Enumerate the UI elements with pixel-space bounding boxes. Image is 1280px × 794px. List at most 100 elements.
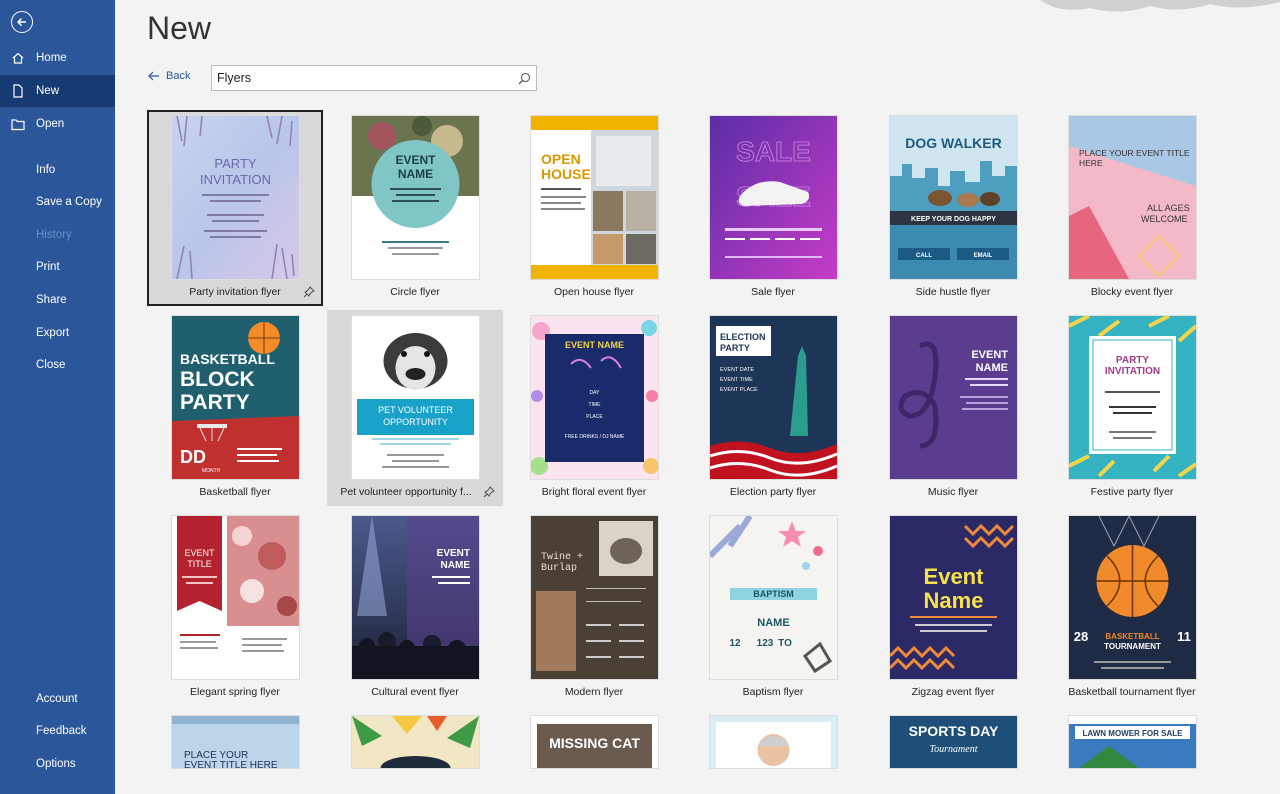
- pin-icon[interactable]: [303, 286, 315, 298]
- template-thumbnail: Twine + Burlap: [531, 516, 658, 679]
- sidebar-item-open[interactable]: Open: [0, 108, 115, 140]
- thumb-text: INVITATION: [1105, 366, 1160, 377]
- thumb-text: OPEN: [541, 151, 581, 167]
- template-name: Festive party flyer: [1090, 486, 1174, 498]
- template-tile[interactable]: OPEN HOUSE Open house flyer: [506, 110, 682, 306]
- template-tile[interactable]: ELECTION PARTY EVENT DATE EVENT TIME EVE…: [685, 310, 861, 506]
- sidebar-item-home[interactable]: Home: [0, 42, 115, 74]
- sidebar-item-close[interactable]: Close: [0, 349, 115, 381]
- thumb-text: EVENT: [437, 548, 470, 559]
- template-tile[interactable]: PARTY INVITATION Party invitation flyer: [147, 110, 323, 306]
- template-name: Zigzag event flyer: [911, 686, 995, 698]
- thumb-text: EVENT NAME: [565, 340, 624, 350]
- sidebar-item-label: New: [36, 85, 60, 97]
- back-arrow-icon[interactable]: [11, 11, 33, 33]
- template-thumbnail: EVENT NAME DAY TIME PLACE FREE DRINKS / …: [531, 316, 658, 479]
- thumb-text: INVITATION: [200, 172, 271, 187]
- thumb-text: LAWN MOWER FOR SALE: [1083, 729, 1184, 738]
- template-tile[interactable]: MISSING CAT: [506, 710, 682, 794]
- thumb-text: TOURNAMENT: [1104, 642, 1161, 651]
- template-tile[interactable]: PARTY INVITATION Festive party flyer: [1044, 310, 1220, 506]
- template-name: Bright floral event flyer: [541, 486, 647, 498]
- thumb-text: BLOCK: [180, 368, 255, 391]
- sidebar-item-export[interactable]: Export: [0, 317, 115, 349]
- template-tile[interactable]: [685, 710, 861, 794]
- template-thumbnail: LAWN MOWER FOR SALE: [1069, 716, 1196, 768]
- sidebar-item-save-a-copy[interactable]: Save a Copy: [0, 186, 115, 218]
- template-thumbnail: Event Name: [890, 516, 1017, 679]
- template-tile[interactable]: Twine + Burlap Modern flyer: [506, 510, 682, 706]
- sidebar-item-print[interactable]: Print: [0, 251, 115, 283]
- thumb-text: HOUSE: [541, 166, 591, 182]
- sidebar-item-info[interactable]: Info: [0, 154, 115, 186]
- template-name: Side hustle flyer: [915, 286, 991, 298]
- thumb-text: Twine +: [541, 551, 583, 563]
- thumb-text: EVENT: [971, 349, 1008, 361]
- sidebar-item-options[interactable]: Options: [0, 748, 115, 780]
- search-input[interactable]: [217, 71, 512, 85]
- new-document-icon: [0, 84, 36, 98]
- thumb-text: EVENT: [395, 153, 436, 167]
- template-tile[interactable]: SPORTS DAY Tournament: [865, 710, 1041, 794]
- template-tile[interactable]: PLACE YOUR EVENT TITLE HERE ALL AGES WEL…: [1044, 110, 1220, 306]
- template-tile[interactable]: 28 BASKETBALL TOURNAMENT 11 Basketball t…: [1044, 510, 1220, 706]
- template-name: Cultural event flyer: [371, 686, 459, 698]
- template-thumbnail: PET VOLUNTEER OPPORTUNITY: [352, 316, 479, 479]
- sidebar-item-label: Print: [36, 261, 60, 273]
- thumb-text: NAME: [398, 167, 433, 181]
- template-thumbnail: BASKETBALL BLOCK PARTY DD MONTH: [172, 316, 299, 479]
- thumb-text: DAY: [590, 390, 601, 396]
- template-tile[interactable]: Event Name Zigzag event flyer: [865, 510, 1041, 706]
- thumb-text: ALL AGES: [1147, 203, 1190, 213]
- template-tile[interactable]: PET VOLUNTEER OPPORTUNITY Pet volunteer …: [327, 310, 503, 506]
- back-label: Back: [166, 70, 191, 82]
- search-box: [211, 65, 537, 91]
- template-thumbnail: OPEN HOUSE: [531, 116, 658, 279]
- sidebar-item-account[interactable]: Account: [0, 683, 115, 715]
- template-name: Elegant spring flyer: [190, 686, 280, 698]
- folder-icon: [0, 118, 36, 131]
- back-link[interactable]: Back: [148, 70, 190, 82]
- template-thumbnail: EVENT NAME: [890, 316, 1017, 479]
- thumb-text: EVENT PLACE: [720, 387, 758, 393]
- thumb-text: 28: [1074, 629, 1088, 644]
- template-tile[interactable]: EVENT NAME Circle flyer: [327, 110, 503, 306]
- template-tile[interactable]: EVENT NAME DAY TIME PLACE FREE DRINKS / …: [506, 310, 682, 506]
- template-tile[interactable]: DOG WALKER KEEP YOUR DOG HAPPY CALL EMAI…: [865, 110, 1041, 306]
- thumb-text: EVENT TIME: [720, 377, 753, 383]
- template-tile[interactable]: PLACE YOUR EVENT TITLE HERE: [147, 710, 323, 794]
- template-tile[interactable]: BAPTISM NAME 12 123 TO Baptism flyer: [685, 510, 861, 706]
- template-tile[interactable]: BASKETBALL BLOCK PARTY DD MONTH Basketba…: [147, 310, 323, 506]
- template-tile[interactable]: LAWN MOWER FOR SALE: [1044, 710, 1220, 794]
- thumb-text: PARTY: [180, 391, 250, 414]
- template-name: Circle flyer: [390, 286, 440, 298]
- sidebar-item-share[interactable]: Share: [0, 284, 115, 316]
- thumb-text: 11: [1177, 629, 1191, 644]
- template-tile[interactable]: EVENT TITLE Elegant spring flyer: [147, 510, 323, 706]
- thumb-text: PARTY: [1116, 355, 1149, 366]
- search-icon[interactable]: [512, 66, 536, 90]
- template-tile[interactable]: EVENT NAME Music flyer: [865, 310, 1041, 506]
- sidebar-item-label: Account: [36, 693, 78, 705]
- svg-text:HERE: HERE: [1079, 158, 1103, 168]
- template-tile[interactable]: [327, 710, 503, 794]
- sidebar-item-label: Open: [36, 118, 65, 130]
- template-thumbnail: PARTY INVITATION: [172, 116, 299, 279]
- template-tile[interactable]: EVENT NAME Cultural event flyer: [327, 510, 503, 706]
- template-name: Election party flyer: [729, 486, 817, 498]
- sidebar-item-new[interactable]: New: [0, 75, 115, 107]
- sidebar-item-feedback[interactable]: Feedback: [0, 715, 115, 747]
- template-name: Baptism flyer: [742, 686, 804, 698]
- template-thumbnail: EVENT TITLE: [172, 516, 299, 679]
- thumb-text: OPPORTUNITY: [383, 417, 448, 427]
- template-thumbnail: MISSING CAT: [531, 716, 658, 768]
- sidebar-item-label: Save a Copy: [36, 196, 102, 208]
- template-name: Music flyer: [927, 486, 979, 498]
- pin-icon[interactable]: [483, 486, 495, 498]
- thumb-text: PET VOLUNTEER: [378, 405, 453, 415]
- template-tile[interactable]: SALE SALE Sale flyer: [685, 110, 861, 306]
- thumb-text: SALE: [736, 136, 811, 167]
- thumb-text: PARTY: [214, 156, 256, 171]
- thumb-text: Burlap: [541, 562, 577, 574]
- template-thumbnail: ELECTION PARTY EVENT DATE EVENT TIME EVE…: [710, 316, 837, 479]
